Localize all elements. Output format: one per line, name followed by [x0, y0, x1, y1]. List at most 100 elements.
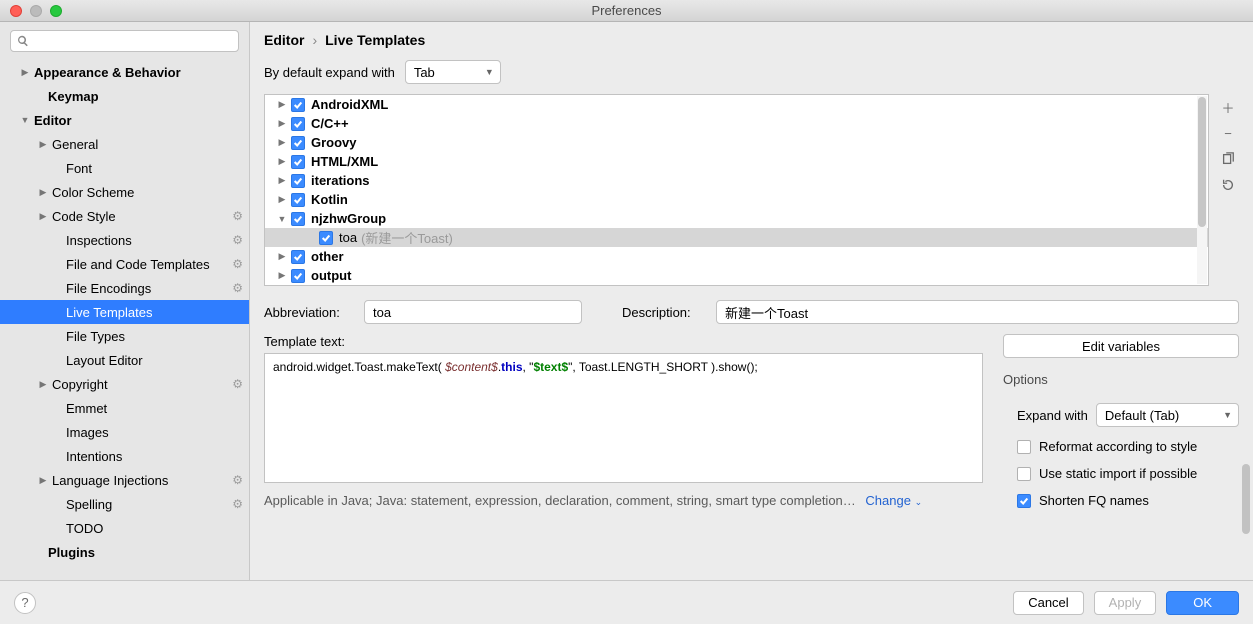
sidebar-item-file-encodings[interactable]: File Encodings⚙ [0, 276, 249, 300]
template-row-plain[interactable]: ▶plain [265, 285, 1208, 286]
template-label: Kotlin [311, 192, 348, 207]
sidebar-item-file-types[interactable]: File Types [0, 324, 249, 348]
ok-button[interactable]: OK [1166, 591, 1239, 615]
sidebar-item-label: Spelling [66, 497, 232, 512]
chevron-down-icon: ▼ [1223, 410, 1232, 420]
sidebar-item-plugins[interactable]: Plugins [0, 540, 249, 564]
template-checkbox[interactable] [291, 155, 305, 169]
window-close-button[interactable] [10, 5, 22, 17]
template-text-editor[interactable]: android.widget.Toast.makeText( $content$… [264, 353, 983, 483]
template-checkbox[interactable] [291, 136, 305, 150]
sidebar-item-label: General [52, 137, 243, 152]
sidebar-item-layout-editor[interactable]: Layout Editor [0, 348, 249, 372]
sidebar-item-copyright[interactable]: ▶Copyright⚙ [0, 372, 249, 396]
template-label: other [311, 249, 344, 264]
apply-button[interactable]: Apply [1094, 591, 1157, 615]
template-checkbox[interactable] [291, 117, 305, 131]
sidebar-item-label: Inspections [66, 233, 232, 248]
sidebar-item-keymap[interactable]: Keymap [0, 84, 249, 108]
revert-icon[interactable] [1219, 176, 1237, 194]
sidebar-item-images[interactable]: Images [0, 420, 249, 444]
sidebar-search[interactable] [10, 30, 239, 52]
template-checkbox[interactable] [291, 250, 305, 264]
static-import-checkbox[interactable] [1017, 467, 1031, 481]
template-checkbox[interactable] [291, 98, 305, 112]
change-contexts-link[interactable]: Change ⌄ [865, 493, 922, 508]
sidebar-item-label: Appearance & Behavior [34, 65, 243, 80]
project-settings-icon: ⚙ [232, 497, 243, 511]
sidebar-item-label: Language Injections [52, 473, 232, 488]
sidebar-item-label: Keymap [48, 89, 243, 104]
sidebar-item-file-and-code-templates[interactable]: File and Code Templates⚙ [0, 252, 249, 276]
sidebar-item-appearance-behavior[interactable]: ▶ Appearance & Behavior [0, 60, 249, 84]
add-button[interactable]: ＋ [1219, 98, 1237, 116]
template-checkbox[interactable] [291, 174, 305, 188]
sidebar-item-todo[interactable]: TODO [0, 516, 249, 540]
breadcrumb-a: Editor [264, 32, 304, 48]
abbreviation-label: Abbreviation: [264, 305, 354, 320]
template-label: HTML/XML [311, 154, 378, 169]
shorten-fq-checkbox[interactable] [1017, 494, 1031, 508]
template-row-iterations[interactable]: ▶iterations [265, 171, 1208, 190]
window-minimize-button[interactable] [30, 5, 42, 17]
chevron-right-icon: ▶ [20, 67, 30, 78]
search-input[interactable] [35, 34, 232, 48]
project-settings-icon: ⚙ [232, 281, 243, 295]
main-scrollbar[interactable] [1239, 22, 1253, 557]
sidebar-item-spelling[interactable]: Spelling⚙ [0, 492, 249, 516]
sidebar-item-label: File Types [66, 329, 243, 344]
reformat-checkbox[interactable] [1017, 440, 1031, 454]
template-row-njzhwgroup[interactable]: ▼njzhwGroup [265, 209, 1208, 228]
sidebar-item-label: File and Code Templates [66, 257, 232, 272]
abbreviation-input[interactable] [364, 300, 582, 324]
sidebar-item-color-scheme[interactable]: ▶Color Scheme [0, 180, 249, 204]
edit-variables-button[interactable]: Edit variables [1003, 334, 1239, 358]
sidebar-item-emmet[interactable]: Emmet [0, 396, 249, 420]
sidebar-item-general[interactable]: ▶General [0, 132, 249, 156]
sidebar-item-label: Color Scheme [52, 185, 243, 200]
template-row-output[interactable]: ▶output [265, 266, 1208, 285]
breadcrumb: Editor › Live Templates [250, 22, 1253, 54]
template-row-kotlin[interactable]: ▶Kotlin [265, 190, 1208, 209]
template-row-c-c-[interactable]: ▶C/C++ [265, 114, 1208, 133]
expand-with-select[interactable]: Default (Tab) ▼ [1096, 403, 1239, 427]
description-input[interactable] [716, 300, 1239, 324]
sidebar-item-live-templates[interactable]: Live Templates [0, 300, 249, 324]
description-label: Description: [622, 305, 706, 320]
chevron-right-icon: ▶ [277, 251, 287, 262]
template-label: C/C++ [311, 116, 349, 131]
remove-button[interactable]: − [1219, 124, 1237, 142]
sidebar-item-label: Plugins [48, 545, 243, 560]
window-zoom-button[interactable] [50, 5, 62, 17]
shorten-fq-label: Shorten FQ names [1039, 493, 1149, 508]
sidebar-item-language-injections[interactable]: ▶ Language Injections⚙ [0, 468, 249, 492]
chevron-right-icon: ▶ [38, 475, 48, 486]
duplicate-icon[interactable] [1219, 150, 1237, 168]
cancel-button[interactable]: Cancel [1013, 591, 1083, 615]
template-checkbox[interactable] [319, 231, 333, 245]
template-suffix: (新建一个Toast) [361, 228, 453, 247]
template-row-html-xml[interactable]: ▶HTML/XML [265, 152, 1208, 171]
tree-scrollbar[interactable] [1197, 96, 1207, 284]
help-button[interactable]: ? [14, 592, 36, 614]
expand-with-label: Expand with [1017, 408, 1088, 423]
default-expand-select[interactable]: Tab ▼ [405, 60, 501, 84]
template-row-groovy[interactable]: ▶Groovy [265, 133, 1208, 152]
template-row-other[interactable]: ▶ other [265, 247, 1208, 266]
sidebar-item-code-style[interactable]: ▶Code Style⚙ [0, 204, 249, 228]
template-checkbox[interactable] [291, 212, 305, 226]
chevron-right-icon: ▶ [277, 175, 287, 186]
project-settings-icon: ⚙ [232, 473, 243, 487]
default-expand-label: By default expand with [264, 65, 395, 80]
template-checkbox[interactable] [291, 193, 305, 207]
sidebar-item-editor[interactable]: ▼Editor [0, 108, 249, 132]
sidebar-item-intentions[interactable]: Intentions [0, 444, 249, 468]
template-checkbox[interactable] [291, 269, 305, 283]
sidebar-item-inspections[interactable]: Inspections⚙ [0, 228, 249, 252]
templates-tree[interactable]: ▶AndroidXML▶C/C++▶Groovy▶HTML/XML▶iterat… [264, 94, 1209, 286]
sidebar-item-font[interactable]: Font [0, 156, 249, 180]
template-row-toa[interactable]: toa(新建一个Toast) [265, 228, 1208, 247]
template-row-androidxml[interactable]: ▶AndroidXML [265, 95, 1208, 114]
chevron-right-icon: ▶ [38, 211, 48, 222]
sidebar-item-label: Emmet [66, 401, 243, 416]
